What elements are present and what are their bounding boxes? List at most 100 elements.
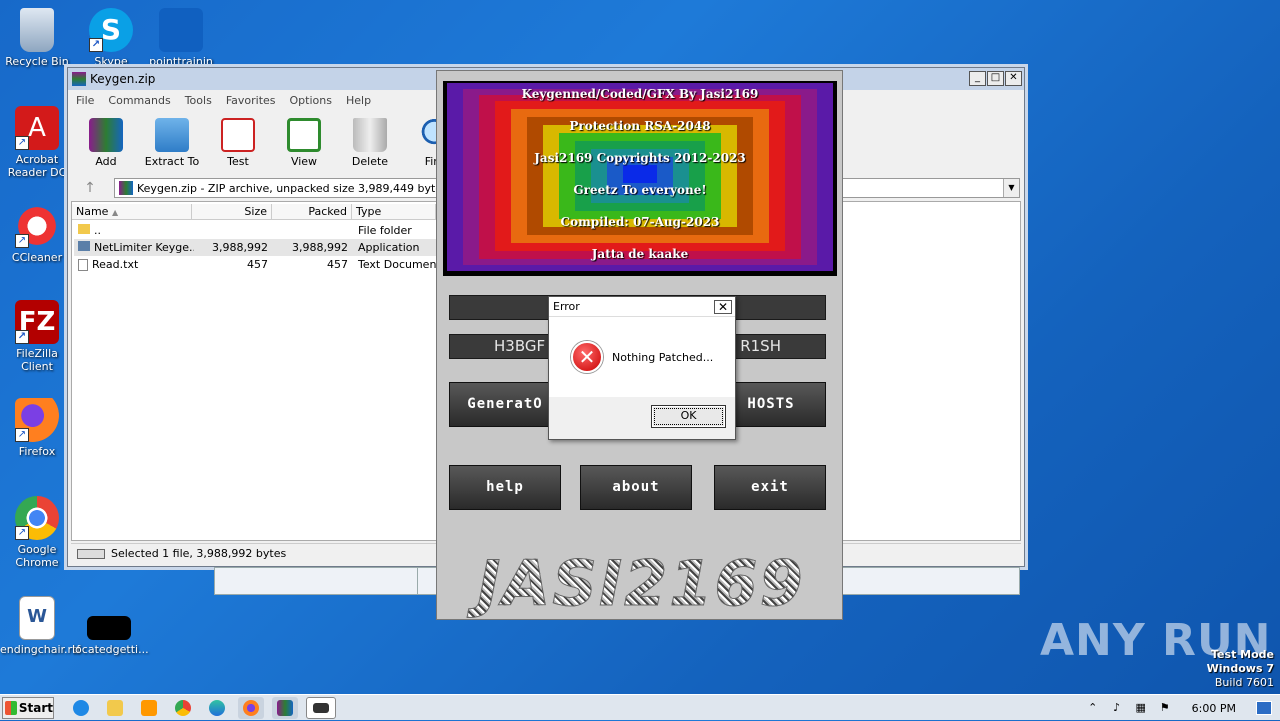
- desktop-icon-chrome[interactable]: ↗ Google Chrome: [0, 496, 74, 569]
- internet-explorer-icon: [73, 699, 89, 716]
- application-icon: [78, 241, 90, 251]
- shortcut-arrow-icon: ↗: [15, 428, 29, 442]
- up-arrow-icon[interactable]: ↑: [72, 180, 108, 196]
- folder-icon: [155, 118, 189, 152]
- menu-options[interactable]: Options: [290, 94, 332, 107]
- table-row[interactable]: NetLimiter Keyge... 3,988,992 3,988,992 …: [74, 239, 438, 256]
- acrobat-icon: A ↗: [15, 106, 59, 150]
- menu-help[interactable]: Help: [346, 94, 371, 107]
- file-name: Read.txt: [92, 258, 139, 271]
- delete-button[interactable]: Delete: [342, 118, 398, 168]
- about-button[interactable]: about: [580, 465, 692, 510]
- desktop-icon-label: Firefox: [18, 445, 56, 458]
- menu-tools[interactable]: Tools: [185, 94, 212, 107]
- desktop-icon-locatedgetti[interactable]: locatedgetti...: [72, 596, 149, 656]
- column-packed[interactable]: Packed: [272, 204, 352, 220]
- menu-file[interactable]: File: [76, 94, 94, 107]
- help-button[interactable]: help: [449, 465, 561, 510]
- taskbar-edge[interactable]: [204, 697, 230, 719]
- show-desktop-icon[interactable]: [1256, 701, 1272, 715]
- minimize-button[interactable]: _: [969, 71, 986, 86]
- winrar-icon: [72, 72, 86, 86]
- extract-to-button[interactable]: Extract To: [144, 118, 200, 168]
- desktop-icon-filezilla[interactable]: FZ ↗ FileZilla Client: [0, 300, 74, 373]
- table-row[interactable]: .. File folder: [74, 222, 438, 239]
- close-button[interactable]: ✕: [1005, 71, 1022, 86]
- view-button[interactable]: View: [276, 118, 332, 168]
- action-center-flag-icon[interactable]: ⚑: [1158, 701, 1172, 715]
- cell-packed: [274, 222, 354, 239]
- system-tray: ⌃ ♪ ▦ ⚑ 6:00 PM: [1086, 695, 1280, 721]
- add-button[interactable]: Add: [78, 118, 134, 168]
- clipboard-check-icon: [221, 118, 255, 152]
- desktop-icon-endingchair[interactable]: W endingchair.rtf: [0, 596, 81, 656]
- edge-icon: [209, 699, 225, 716]
- folder-up-icon: [78, 224, 90, 234]
- desktop-icon-label: endingchair.rtf: [0, 643, 81, 656]
- cell-packed: 457: [327, 258, 348, 271]
- menu-favorites[interactable]: Favorites: [226, 94, 276, 107]
- cell-type: Application: [358, 241, 420, 254]
- start-button[interactable]: Start: [2, 696, 54, 719]
- taskbar-media-player[interactable]: [136, 697, 162, 719]
- shortcut-arrow-icon: ↗: [15, 136, 29, 150]
- serial-text-right: R1SH: [740, 337, 781, 355]
- taskbar-ie[interactable]: [68, 697, 94, 719]
- ccleaner-icon: ↗: [15, 204, 59, 248]
- shortcut-arrow-icon: ↗: [89, 38, 103, 52]
- taskbar-firefox[interactable]: [238, 696, 264, 719]
- menu-commands[interactable]: Commands: [108, 94, 170, 107]
- banner-rect: [623, 165, 657, 183]
- column-size[interactable]: Size: [192, 204, 272, 220]
- start-label: Start: [18, 700, 53, 715]
- taskbar-explorer[interactable]: [102, 697, 128, 719]
- status-text: Selected 1 file, 3,988,992 bytes: [111, 547, 287, 560]
- toolbar-label: Extract To: [144, 155, 200, 168]
- show-hidden-icons-icon[interactable]: ⌃: [1086, 701, 1100, 715]
- test-button[interactable]: Test: [210, 118, 266, 168]
- dialog-title: Error: [549, 297, 735, 317]
- desktop-icon-skype[interactable]: S ↗ Skype: [74, 8, 148, 68]
- close-icon[interactable]: ✕: [714, 300, 732, 314]
- folder-icon: [107, 699, 123, 716]
- error-message: Nothing Patched...: [612, 351, 714, 364]
- error-dialog[interactable]: Error ✕ ✕ Nothing Patched... OK: [548, 296, 736, 440]
- desktop-icon-label: CCleaner: [11, 251, 63, 264]
- file-name: NetLimiter Keyge...: [94, 241, 194, 254]
- table-row[interactable]: Read.txt 457 457 Text Document: [74, 256, 438, 273]
- banner-greetz: Greetz To everyone!: [573, 183, 707, 197]
- cell-size: 457: [247, 258, 268, 271]
- desktop-icon-pointtrainin[interactable]: pointtrainin: [144, 8, 218, 68]
- clock[interactable]: 6:00 PM: [1182, 702, 1246, 715]
- desktop-icon-recycle-bin[interactable]: Recycle Bin: [0, 8, 74, 68]
- column-type[interactable]: Type: [352, 204, 436, 220]
- desktop-icon-acrobat[interactable]: A ↗ Acrobat Reader DC: [0, 106, 74, 179]
- network-icon[interactable]: ▦: [1134, 701, 1148, 715]
- volume-icon[interactable]: ♪: [1110, 701, 1124, 715]
- keygen-banner: Keygenned/Coded/GFX By Jasi2169 Protecti…: [443, 81, 837, 276]
- exit-button[interactable]: exit: [714, 465, 826, 510]
- file-icon: [159, 8, 203, 52]
- chevron-down-icon[interactable]: ▼: [1003, 179, 1019, 197]
- dialog-body: ✕ Nothing Patched...: [549, 317, 735, 397]
- column-name[interactable]: Name ▲: [72, 204, 192, 220]
- toolbar-label: Test: [227, 155, 249, 168]
- skype-icon: S ↗: [89, 8, 133, 52]
- cell-type: Text Document: [358, 258, 438, 271]
- ok-button[interactable]: OK: [651, 405, 726, 428]
- generate-button[interactable]: GeneratO: [449, 382, 561, 427]
- taskbar-chrome[interactable]: [170, 697, 196, 719]
- file-name: ..: [94, 224, 101, 237]
- desktop-icon-ccleaner[interactable]: ↗ CCleaner: [0, 204, 74, 264]
- maximize-button[interactable]: □: [987, 71, 1004, 86]
- file-icon: [87, 616, 131, 640]
- taskbar-keygen[interactable]: [306, 696, 336, 719]
- taskbar-winrar[interactable]: [272, 696, 298, 719]
- cell-name: NetLimiter Keyge...: [74, 239, 194, 256]
- windows-logo-icon: [5, 700, 17, 715]
- drive-icon: [77, 548, 105, 559]
- desktop-icon-label: Recycle Bin: [5, 55, 69, 68]
- cell-name: Read.txt: [74, 256, 194, 273]
- banner-tagline: Jatta de kaake: [591, 247, 689, 261]
- desktop-icon-firefox[interactable]: ↗ Firefox: [0, 398, 74, 458]
